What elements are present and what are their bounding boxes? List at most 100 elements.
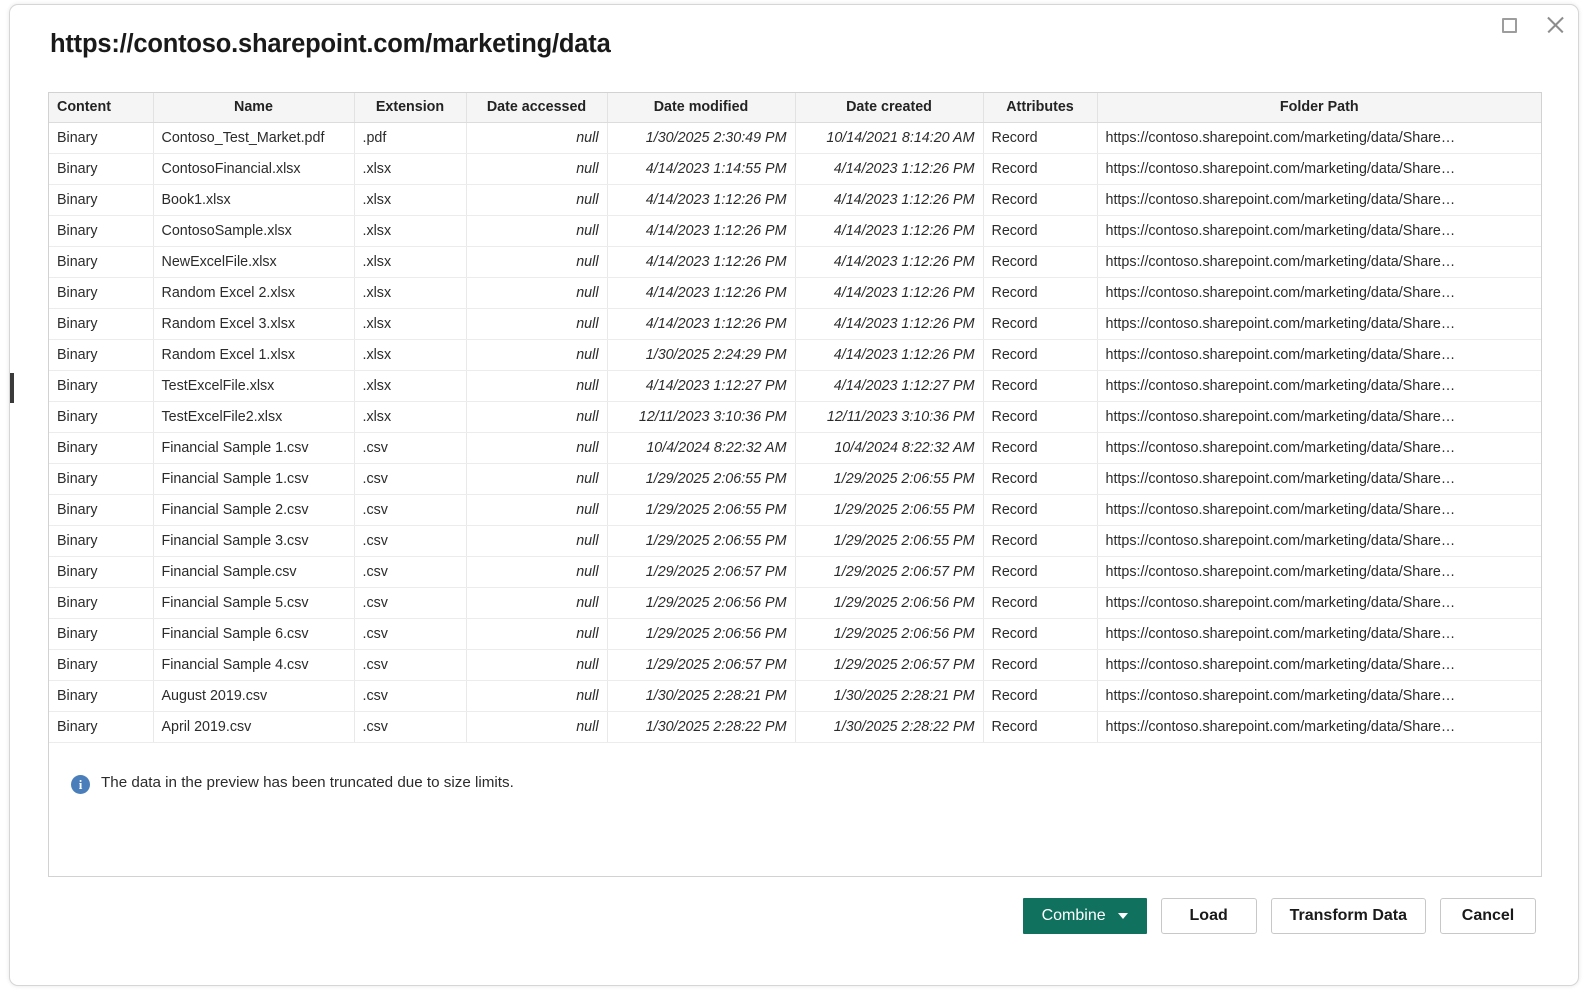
cell-accessed: null	[466, 494, 608, 526]
cell-path: https://contoso.sharepoint.com/marketing…	[1097, 277, 1541, 309]
table-row[interactable]: Binary Random Excel 2.xlsx .xlsx null 4/14/2…	[49, 277, 1541, 309]
table-row[interactable]: Binary April 2019.csv .csv null 1/30/2025 2:…	[49, 711, 1541, 743]
cell-content: Binary	[49, 122, 154, 154]
table-row[interactable]: Binary Random Excel 1.xlsx .xlsx null 1/30/2…	[49, 339, 1541, 371]
cell-modified: 10/4/2024 8:22:32 AM	[607, 432, 796, 464]
cell-accessed: null	[466, 680, 608, 712]
table-row[interactable]: Binary Book1.xlsx .xlsx null 4/14/2023 1:12:…	[49, 184, 1541, 216]
cell-name: Random Excel 2.xlsx	[153, 277, 355, 309]
table-row[interactable]: Binary Financial Sample.csv .csv null 1/29/2…	[49, 556, 1541, 588]
cell-name: Financial Sample 5.csv	[153, 587, 355, 619]
table-row[interactable]: Binary Financial Sample 1.csv .csv null 1/29…	[49, 463, 1541, 495]
cell-name: Financial Sample.csv	[153, 556, 355, 588]
cell-created: 1/29/2025 2:06:57 PM	[795, 649, 984, 681]
cell-ext: .xlsx	[354, 370, 467, 402]
cell-created: 10/14/2021 8:14:20 AM	[795, 122, 984, 154]
cell-name: Financial Sample 3.csv	[153, 525, 355, 557]
cell-content: Binary	[49, 277, 154, 309]
cell-modified: 1/30/2025 2:28:21 PM	[607, 680, 796, 712]
table-row[interactable]: Binary Financial Sample 4.csv .csv null 1/29…	[49, 649, 1541, 681]
cell-accessed: null	[466, 432, 608, 464]
window-edge-marker	[10, 373, 14, 403]
close-button[interactable]	[1532, 5, 1578, 45]
window-controls	[1486, 5, 1578, 47]
cell-created: 1/29/2025 2:06:55 PM	[795, 525, 984, 557]
load-button[interactable]: Load	[1160, 898, 1257, 934]
cell-created: 4/14/2023 1:12:26 PM	[795, 277, 984, 309]
table-row[interactable]: Binary Financial Sample 2.csv .csv null 1/29…	[49, 494, 1541, 526]
table-row[interactable]: Binary ContosoSample.xlsx .xlsx null 4/14/20…	[49, 215, 1541, 247]
cell-attrs: Record	[983, 122, 1098, 154]
cell-attrs: Record	[983, 494, 1098, 526]
cancel-button[interactable]: Cancel	[1440, 898, 1536, 934]
cell-content: Binary	[49, 432, 154, 464]
combine-button[interactable]: Combine	[1022, 898, 1147, 934]
table-row[interactable]: Binary Random Excel 3.xlsx .xlsx null 4/14/2…	[49, 308, 1541, 340]
cell-ext: .xlsx	[354, 339, 467, 371]
cell-modified: 4/14/2023 1:12:26 PM	[607, 215, 796, 247]
cell-ext: .xlsx	[354, 215, 467, 247]
column-header-path[interactable]: Folder Path	[1097, 93, 1541, 123]
table-row[interactable]: Binary Financial Sample 1.csv .csv null 10/4…	[49, 432, 1541, 464]
table-row[interactable]: Binary TestExcelFile2.xlsx .xlsx null 12/11/…	[49, 401, 1541, 433]
cell-accessed: null	[466, 246, 608, 278]
table-row[interactable]: Binary August 2019.csv .csv null 1/30/2025 2…	[49, 680, 1541, 712]
cell-accessed: null	[466, 463, 608, 495]
cell-ext: .xlsx	[354, 277, 467, 309]
cell-attrs: Record	[983, 463, 1098, 495]
cell-modified: 1/30/2025 2:30:49 PM	[607, 122, 796, 154]
table-row[interactable]: Binary Contoso_Test_Market.pdf .pdf null 1/3…	[49, 122, 1541, 154]
table-row[interactable]: Binary TestExcelFile.xlsx .xlsx null 4/14/20…	[49, 370, 1541, 402]
table-body: Binary Contoso_Test_Market.pdf .pdf null 1/3…	[49, 122, 1541, 743]
table-row[interactable]: Binary Financial Sample 5.csv .csv null 1/29…	[49, 587, 1541, 619]
cell-name: Financial Sample 6.csv	[153, 618, 355, 650]
cell-attrs: Record	[983, 432, 1098, 464]
cell-name: Financial Sample 2.csv	[153, 494, 355, 526]
cell-name: Random Excel 3.xlsx	[153, 308, 355, 340]
cell-created: 10/4/2024 8:22:32 AM	[795, 432, 984, 464]
cell-attrs: Record	[983, 370, 1098, 402]
column-header-content[interactable]: Content	[49, 93, 154, 123]
preview-grid-container[interactable]: Content Name Extension Date accessed Date mo…	[49, 93, 1541, 749]
table-row[interactable]: Binary NewExcelFile.xlsx .xlsx null 4/14/202…	[49, 246, 1541, 278]
cell-ext: .xlsx	[354, 184, 467, 216]
column-header-accessed[interactable]: Date accessed	[466, 93, 608, 123]
cell-path: https://contoso.sharepoint.com/marketing…	[1097, 494, 1541, 526]
preview-grid: Content Name Extension Date accessed Date mo…	[49, 93, 1541, 743]
cell-ext: .xlsx	[354, 246, 467, 278]
cell-attrs: Record	[983, 277, 1098, 309]
cell-created: 1/30/2025 2:28:21 PM	[795, 680, 984, 712]
cell-path: https://contoso.sharepoint.com/marketing…	[1097, 711, 1541, 743]
chevron-down-icon[interactable]	[1117, 913, 1128, 919]
cell-modified: 12/11/2023 3:10:36 PM	[607, 401, 796, 433]
table-row[interactable]: Binary Financial Sample 6.csv .csv null 1/29…	[49, 618, 1541, 650]
cell-name: Random Excel 1.xlsx	[153, 339, 355, 371]
cell-content: Binary	[49, 215, 154, 247]
cell-ext: .csv	[354, 525, 467, 557]
cell-attrs: Record	[983, 184, 1098, 216]
cell-modified: 1/29/2025 2:06:55 PM	[607, 525, 796, 557]
column-header-created[interactable]: Date created	[795, 93, 984, 123]
cell-path: https://contoso.sharepoint.com/marketing…	[1097, 649, 1541, 681]
cell-path: https://contoso.sharepoint.com/marketing…	[1097, 618, 1541, 650]
table-row[interactable]: Binary Financial Sample 3.csv .csv null 1/29…	[49, 525, 1541, 557]
cell-path: https://contoso.sharepoint.com/marketing…	[1097, 401, 1541, 433]
restore-button[interactable]	[1486, 5, 1532, 45]
cell-created: 4/14/2023 1:12:26 PM	[795, 215, 984, 247]
cell-content: Binary	[49, 370, 154, 402]
cell-modified: 1/29/2025 2:06:55 PM	[607, 494, 796, 526]
cell-attrs: Record	[983, 587, 1098, 619]
cell-content: Binary	[49, 711, 154, 743]
table-row[interactable]: Binary ContosoFinancial.xlsx .xlsx null 4/14…	[49, 153, 1541, 185]
column-header-ext[interactable]: Extension	[354, 93, 467, 123]
cell-modified: 4/14/2023 1:12:26 PM	[607, 277, 796, 309]
cell-name: Financial Sample 4.csv	[153, 649, 355, 681]
column-header-attrs[interactable]: Attributes	[983, 93, 1098, 123]
cell-created: 4/14/2023 1:12:26 PM	[795, 308, 984, 340]
column-header-name[interactable]: Name	[153, 93, 355, 123]
cell-created: 4/14/2023 1:12:26 PM	[795, 339, 984, 371]
cell-accessed: null	[466, 215, 608, 247]
file-preview-dialog: https://contoso.sharepoint.com/marketing…	[9, 4, 1579, 986]
transform-data-button[interactable]: Transform Data	[1270, 898, 1426, 934]
column-header-modified[interactable]: Date modified	[607, 93, 796, 123]
